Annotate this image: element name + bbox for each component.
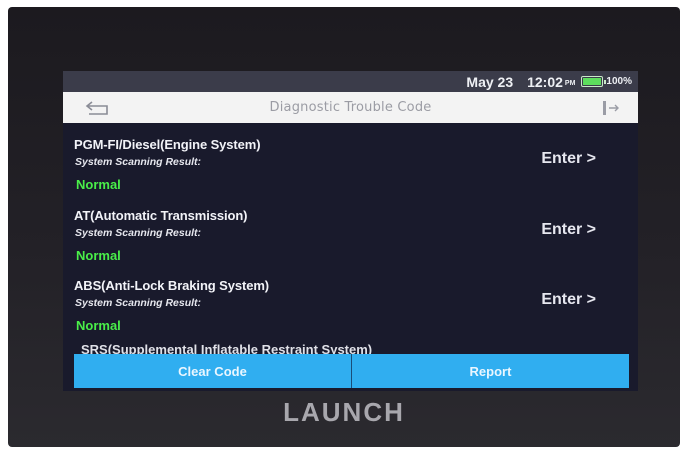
scan-result-label: System Scanning Result: xyxy=(75,297,202,309)
exit-button[interactable] xyxy=(600,98,622,118)
scan-result-value: Normal xyxy=(76,248,121,263)
scan-result-value: Normal xyxy=(76,177,121,192)
battery-icon xyxy=(581,76,607,87)
page-title: Diagnostic Trouble Code xyxy=(269,100,432,115)
list-item: PGM-FI/Diesel(Engine System) System Scan… xyxy=(63,123,638,193)
status-date: May 23 xyxy=(466,73,514,90)
system-name: ABS(Anti-Lock Braking System) xyxy=(74,278,270,293)
system-name: PGM-FI/Diesel(Engine System) xyxy=(74,137,261,152)
status-bar: May 23 12:02 PM 100% xyxy=(63,71,638,92)
clear-code-button[interactable]: Clear Code xyxy=(74,354,351,388)
screen: May 23 12:02 PM 100% Diagnostic Trouble … xyxy=(63,71,638,391)
scan-result-label: System Scanning Result: xyxy=(75,227,202,239)
title-bar: Diagnostic Trouble Code xyxy=(63,92,638,123)
scan-result-value: Normal xyxy=(76,318,121,333)
enter-button[interactable]: Enter > xyxy=(541,291,596,309)
back-arrow-icon xyxy=(85,101,108,115)
enter-button[interactable]: Enter > xyxy=(541,150,596,168)
bottom-toolbar: Clear Code Report xyxy=(74,354,629,388)
scan-tool-device: May 23 12:02 PM 100% Diagnostic Trouble … xyxy=(8,7,680,447)
battery-percent: 100% xyxy=(606,76,632,87)
exit-icon xyxy=(603,101,619,115)
brand-logo: LAUNCH xyxy=(283,397,405,427)
status-ampm: PM xyxy=(564,80,576,87)
battery-nub xyxy=(604,80,607,84)
scan-result-label: System Scanning Result: xyxy=(75,156,202,168)
list-item: AT(Automatic Transmission) System Scanni… xyxy=(63,194,638,264)
back-button[interactable] xyxy=(83,98,113,118)
list-item: ABS(Anti-Lock Braking System) System Sca… xyxy=(63,264,638,334)
report-button[interactable]: Report xyxy=(352,354,629,388)
system-name: AT(Automatic Transmission) xyxy=(74,208,248,223)
status-time: 12:02 xyxy=(527,73,563,90)
battery-level xyxy=(583,78,602,85)
enter-button[interactable]: Enter > xyxy=(541,221,596,239)
